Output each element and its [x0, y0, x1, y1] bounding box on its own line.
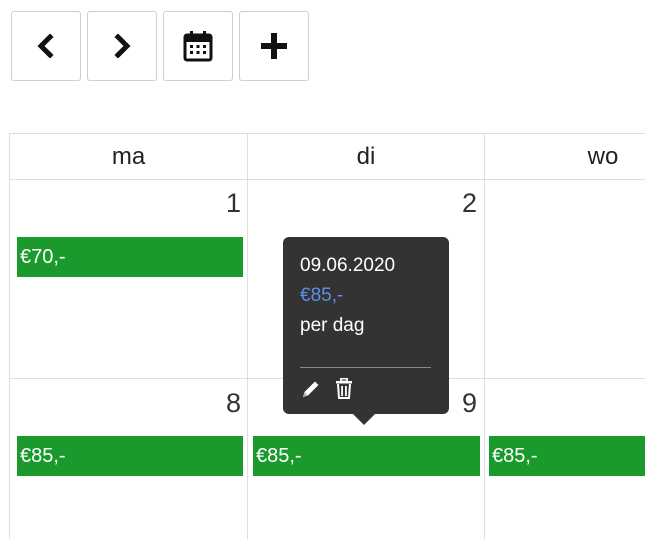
date-number[interactable]: 1 — [201, 188, 241, 219]
grid-line — [247, 133, 248, 539]
delete-button[interactable] — [334, 378, 354, 400]
calendar-toolbar — [11, 11, 309, 81]
date-number[interactable]: 8 — [201, 388, 241, 419]
grid-line — [9, 179, 645, 180]
grid-line — [9, 133, 10, 539]
tooltip-price: €85,- — [300, 285, 344, 306]
tooltip-unit: per dag — [300, 315, 365, 336]
plus-icon — [261, 33, 287, 59]
add-button[interactable] — [239, 11, 309, 81]
next-button[interactable] — [87, 11, 157, 81]
tooltip-divider — [300, 367, 431, 368]
price-event[interactable]: €70,- — [17, 237, 243, 277]
tooltip-actions — [300, 378, 433, 400]
price-event[interactable]: €85,- — [17, 436, 243, 476]
trash-icon — [336, 378, 352, 399]
price-event[interactable]: €85,- — [489, 436, 645, 476]
weekday-header: di — [356, 143, 376, 170]
edit-button[interactable] — [300, 378, 322, 400]
price-event[interactable]: €85,- — [253, 436, 480, 476]
weekday-header: wo — [587, 143, 619, 170]
chevron-right-icon — [114, 34, 131, 58]
weekday-header: ma — [111, 143, 146, 170]
calendar-button[interactable] — [163, 11, 233, 81]
grid-line — [484, 133, 485, 539]
event-tooltip: 09.06.2020 €85,- per dag — [283, 237, 449, 425]
pencil-icon — [303, 381, 319, 397]
date-number[interactable]: 2 — [437, 188, 477, 219]
prev-button[interactable] — [11, 11, 81, 81]
tooltip-date: 09.06.2020 — [300, 255, 396, 276]
chevron-left-icon — [37, 34, 54, 58]
calendar-icon — [183, 31, 213, 62]
